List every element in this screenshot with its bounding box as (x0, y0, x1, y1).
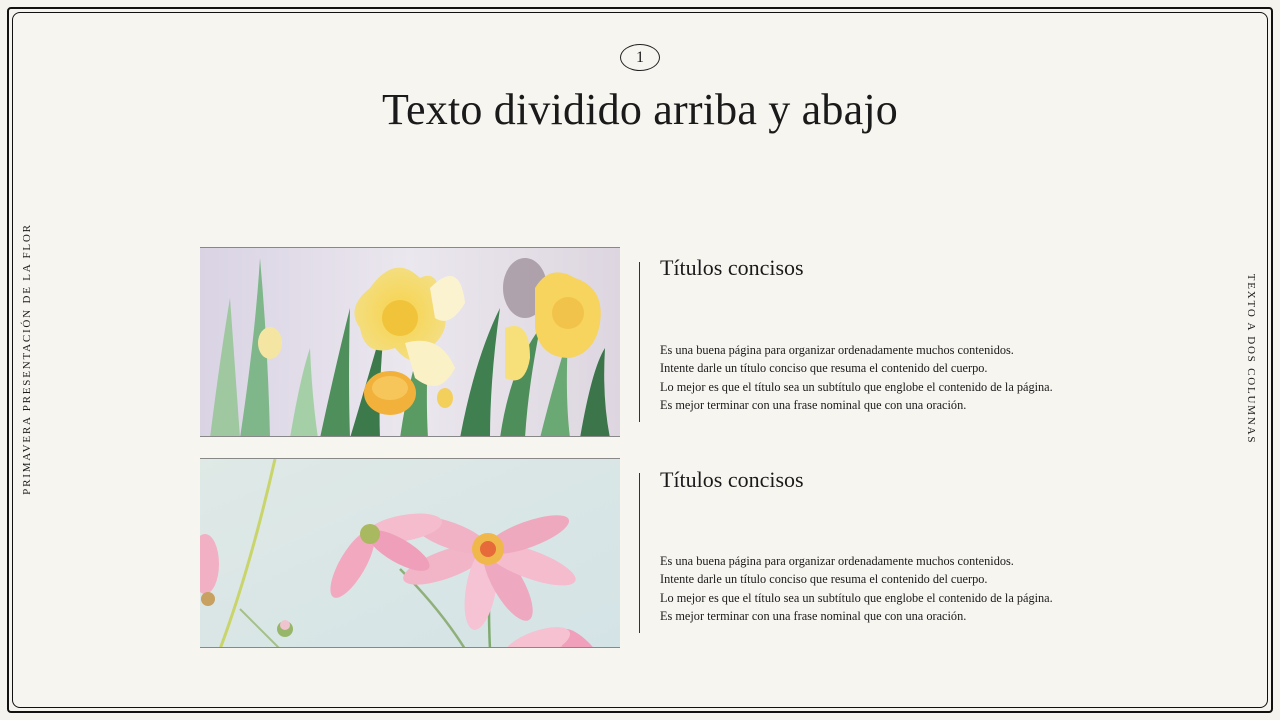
page-number-badge: 1 (620, 44, 660, 71)
section-heading: Títulos concisos (660, 255, 804, 280)
section-divider (639, 473, 640, 633)
section-body: Es una buena página para organizar orden… (660, 552, 1120, 625)
body-line: Es una buena página para organizar orden… (660, 343, 1014, 357)
slide-title: Texto dividido arriba y abajo (382, 85, 898, 134)
page-number: 1 (636, 48, 644, 66)
body-line: Es mejor terminar con una frase nominal … (660, 397, 967, 412)
section-heading: Títulos concisos (660, 467, 804, 492)
body-line: Intente darle un título conciso que resu… (660, 572, 988, 587)
body-line: Es una buena página para organizar orden… (660, 554, 1014, 568)
section-divider (639, 262, 640, 422)
side-label-left: PRIMAVERA PRESENTACIÓN DE LA FLOR (21, 223, 33, 495)
body-line: Intente darle un título conciso que resu… (660, 361, 988, 376)
body-line: Es mejor terminar con una frase nominal … (660, 608, 967, 623)
cosmos-flower-photo (200, 458, 620, 648)
side-label-right: TEXTO A DOS COLUMNAS (1245, 273, 1257, 445)
body-line: Lo mejor es que el título sea un subtítu… (660, 590, 1053, 605)
section-body: Es una buena página para organizar orden… (660, 341, 1120, 414)
body-line: Lo mejor es que el título sea un subtítu… (660, 379, 1053, 394)
daffodil-photo (200, 247, 620, 437)
